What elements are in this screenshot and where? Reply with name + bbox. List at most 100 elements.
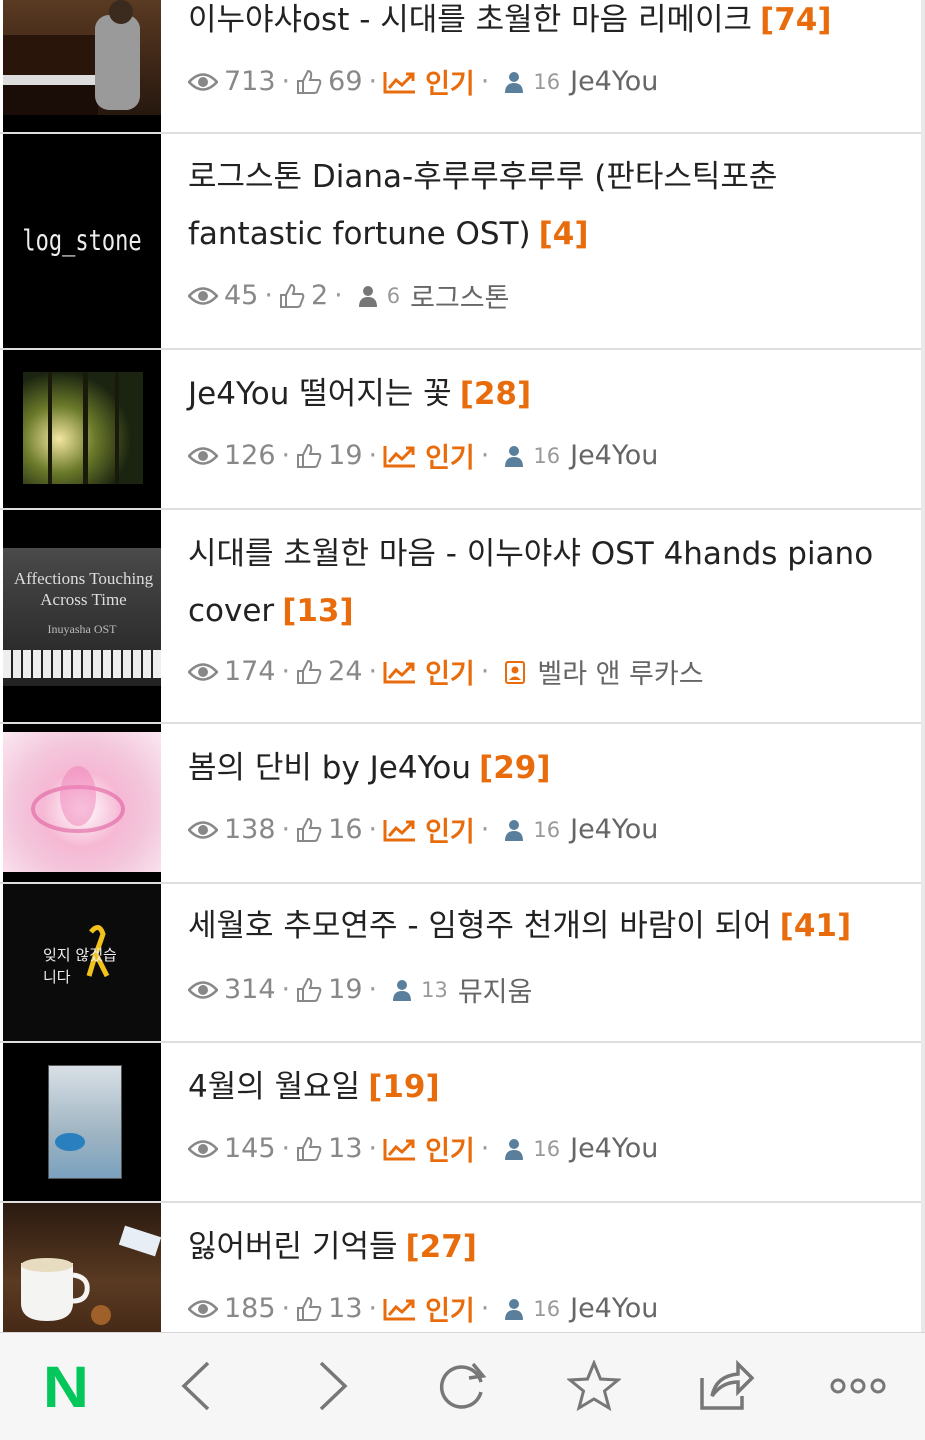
post-meta: 145 · 13 · 인기 · 16 Je4You (188, 1129, 658, 1168)
bookmark-button[interactable] (564, 1358, 624, 1418)
user-level: 6 (386, 283, 401, 308)
thumbs-up-icon (296, 1136, 322, 1162)
thumbnail-image[interactable] (3, 724, 161, 882)
list-item[interactable]: Je4You 떨어지는 꽃 [28] 126 · 19 · 인기 · 16 Je4You (0, 350, 921, 510)
thumbnail-image[interactable]: log_stone (3, 134, 161, 348)
hot-badge: 인기 (383, 652, 475, 691)
user-level-icon (505, 1298, 524, 1320)
eye-icon (188, 446, 218, 466)
comment-count: [74] (760, 2, 832, 38)
list-item[interactable]: Affections Touching Across Time Inuyasha… (0, 510, 921, 724)
trending-icon (383, 70, 417, 94)
view-count: 138 (224, 814, 276, 845)
list-item[interactable]: 잊지 않겠습니다 세월호 추모연주 - 임형주 천개의 바람이 되어 [41] 3… (0, 884, 921, 1043)
view-count: 185 (224, 1293, 276, 1324)
forward-button[interactable] (303, 1358, 363, 1418)
view-count: 713 (224, 66, 276, 97)
eye-icon (188, 820, 218, 840)
post-title[interactable]: 4월의 월요일 (188, 1069, 360, 1105)
post-meta: 713 · 69 · 인기 · 16 Je4You (188, 62, 658, 101)
thumbs-up-icon (296, 1296, 322, 1322)
like-count: 24 (328, 656, 363, 687)
author-name[interactable]: Je4You (570, 814, 658, 845)
user-level-icon (505, 445, 524, 467)
thumbs-up-icon (296, 817, 322, 843)
like-count: 69 (328, 66, 363, 97)
view-count: 45 (224, 280, 259, 311)
post-title[interactable]: 이누야샤ost - 시대를 초월한 마음 리메이크 (188, 2, 752, 38)
thumbs-up-icon (296, 443, 322, 469)
browser-toolbar: N (0, 1332, 925, 1440)
list-item[interactable]: log_stone 로그스톤 Diana-후루루후루루 (판타스틱포춘 fant… (0, 134, 921, 350)
forward-icon (317, 1361, 349, 1415)
author-name[interactable]: 뮤지움 (458, 970, 533, 1009)
thumbs-up-icon (279, 283, 305, 309)
post-meta: 314 · 19 · 13 뮤지움 (188, 970, 532, 1009)
list-item[interactable]: 이누야샤ost - 시대를 초월한 마음 리메이크 [74] 713 · 69 · 인… (0, 0, 921, 134)
thumbnail-image[interactable]: 잊지 않겠습니다 (3, 884, 161, 1041)
thumbnail-image[interactable] (3, 0, 161, 132)
author-name[interactable]: Je4You (570, 1133, 658, 1164)
thumbnail-text: Affections Touching Across Time (13, 569, 154, 609)
more-button[interactable] (828, 1358, 888, 1418)
eye-icon (188, 286, 218, 306)
comment-count: [4] (538, 216, 589, 252)
thumbs-up-icon (296, 977, 322, 1003)
thumbnail-text: log_stone (22, 224, 142, 258)
comment-count: [19] (368, 1069, 440, 1105)
share-icon (698, 1359, 755, 1416)
hot-badge: 인기 (383, 810, 475, 849)
like-count: 19 (328, 974, 363, 1005)
eye-icon (188, 662, 218, 682)
trending-icon (383, 444, 417, 468)
post-list: 이누야샤ost - 시대를 초월한 마음 리메이크 [74] 713 · 69 · 인… (0, 0, 925, 1332)
list-item[interactable]: 잃어버린 기억들 [27] 185 · 13 · 인기 · 16 Je4You (0, 1203, 921, 1332)
post-title[interactable]: 잃어버린 기억들 (188, 1229, 398, 1265)
thumbs-up-icon (296, 69, 322, 95)
refresh-button[interactable] (433, 1358, 493, 1418)
post-meta: 138 · 16 · 인기 · 16 Je4You (188, 810, 658, 849)
star-icon (566, 1359, 622, 1416)
naver-logo: N (42, 1355, 90, 1420)
trending-icon (383, 1137, 417, 1161)
view-count: 145 (224, 1133, 276, 1164)
author-name[interactable]: Je4You (570, 66, 658, 97)
thumbnail-image[interactable] (3, 1043, 161, 1201)
hot-badge: 인기 (383, 1129, 475, 1168)
author-name[interactable]: 벨라 앤 루카스 (537, 652, 703, 691)
view-count: 314 (224, 974, 276, 1005)
trending-icon (383, 818, 417, 842)
user-level: 16 (533, 1296, 561, 1321)
like-count: 16 (328, 814, 363, 845)
thumbnail-image[interactable] (3, 350, 161, 508)
share-button[interactable] (696, 1358, 756, 1418)
eye-icon (188, 1139, 218, 1159)
post-meta: 185 · 13 · 인기 · 16 Je4You (188, 1289, 658, 1328)
thumbs-up-icon (296, 659, 322, 685)
list-item[interactable]: 봄의 단비 by Je4You [29] 138 · 16 · 인기 · 16 Je4Y… (0, 724, 921, 884)
eye-icon (188, 980, 218, 1000)
thumbnail-image[interactable] (3, 1203, 161, 1332)
author-name[interactable]: Je4You (570, 1293, 658, 1324)
user-level: 16 (533, 817, 561, 842)
hot-badge: 인기 (383, 62, 475, 101)
author-name[interactable]: 로그스톤 (410, 276, 509, 315)
post-title[interactable]: 봄의 단비 by Je4You (188, 750, 471, 786)
user-level-icon (505, 1138, 524, 1160)
comment-count: [28] (459, 376, 532, 412)
thumbnail-subtext: Inuyasha OST (47, 622, 117, 636)
thumbnail-image[interactable]: Affections Touching Across Time Inuyasha… (3, 510, 161, 722)
post-title[interactable]: Je4You 떨어지는 꽃 (188, 376, 452, 412)
post-title[interactable]: 세월호 추모연주 - 임형주 천개의 바람이 되어 (188, 908, 772, 944)
post-meta: 45 · 2 · 6 로그스톤 (188, 276, 509, 315)
post-meta: 126 · 19 · 인기 · 16 Je4You (188, 436, 658, 475)
post-meta: 174 · 24 · 인기 · 벨라 앤 루카스 (188, 652, 704, 691)
post-title[interactable]: 로그스톤 Diana-후루루후루루 (판타스틱포춘 fantastic fort… (188, 159, 777, 252)
user-level-icon (505, 71, 524, 93)
author-name[interactable]: Je4You (570, 440, 658, 471)
naver-home-button[interactable]: N (36, 1358, 96, 1418)
back-button[interactable] (166, 1358, 226, 1418)
list-item[interactable]: 4월의 월요일 [19] 145 · 13 · 인기 · 16 Je4You (0, 1043, 921, 1203)
trending-icon (383, 1297, 417, 1321)
hot-badge: 인기 (383, 436, 475, 475)
